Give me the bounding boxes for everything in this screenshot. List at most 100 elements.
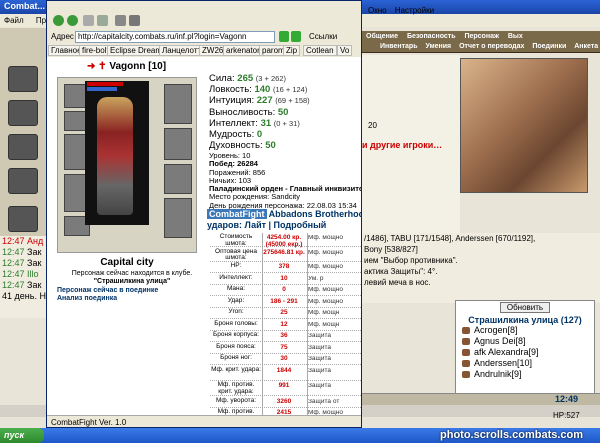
promo-text[interactable]: и другие игроки… <box>362 140 460 162</box>
list-item[interactable]: afk Alexandra[9] <box>456 347 594 358</box>
boots-slot[interactable] <box>164 164 192 194</box>
menu-window[interactable]: Окно <box>368 6 387 15</box>
stat-row: Выносливость: 50 <box>209 106 289 118</box>
nav-chat[interactable]: Общение <box>366 33 398 40</box>
nav-transfers[interactable]: Отчет о переводах <box>459 43 524 50</box>
nav-character[interactable]: Персонаж <box>464 33 498 40</box>
row-label: Удар: <box>227 296 245 304</box>
row-label: Броня пояса: <box>216 342 256 350</box>
row-value: 378 <box>278 263 290 270</box>
table-row: Стоимость шмота: 4254.00 кр. (45000 екр.)… <box>210 233 361 247</box>
clan-icon <box>462 349 470 356</box>
row-label: Интеллект: <box>219 273 253 281</box>
table-row: Мана: 0 Мф. мощно <box>210 285 361 296</box>
start-button[interactable]: пуск <box>0 428 44 443</box>
browser-status: CombatFight Ver. 1.0 <box>47 415 361 427</box>
table-row: Мф. против. крит. удара: 991 Защита <box>210 381 361 396</box>
shield-slot[interactable] <box>164 128 192 160</box>
stat-row: Сила: 265 (3 + 262) <box>209 73 287 84</box>
print-icon[interactable] <box>129 15 140 26</box>
table-row: Оптовая цена шмота: 275646.81 кр. Мф. мощн… <box>210 248 361 262</box>
row-value: 75 <box>280 343 288 351</box>
log-line: Bony [538/827] <box>364 245 418 254</box>
stop-icon[interactable] <box>83 15 94 26</box>
log-line: левий меча в нос. <box>364 278 431 287</box>
menu-file[interactable]: Файл <box>4 16 24 25</box>
forward-icon[interactable] <box>67 15 78 26</box>
armor-icon[interactable] <box>8 168 38 194</box>
row-label: Стоимость шмота: <box>219 233 253 247</box>
list-item[interactable]: Acrogen[8] <box>456 325 594 336</box>
go-arrow-icon[interactable] <box>291 31 301 42</box>
refresh-icon[interactable] <box>97 15 108 26</box>
address-input[interactable]: http://capitalcity.combats.ru/inf.pl?log… <box>75 31 275 43</box>
table-row: Интеллект: 10 Ум. р <box>210 273 361 285</box>
table-row: Мф. против. уворота:2415Мф. мощно <box>210 408 361 415</box>
fight-status-link[interactable]: Персонаж сейчас в поединке <box>57 287 158 294</box>
view-links[interactable]: ударов: Лайт | Подробный <box>207 220 361 231</box>
row-right: Защита <box>308 383 332 389</box>
stat-row: Мудрость: 0 <box>209 129 263 141</box>
clan-icon <box>462 338 470 345</box>
list-item[interactable]: Anderssen[10] <box>456 358 594 369</box>
fight-analysis-link[interactable]: Анализ поединка <box>57 295 117 302</box>
clan-icon <box>462 371 470 378</box>
chat-line: 12:47 Анд <box>2 236 44 246</box>
nav-security[interactable]: Безопасность <box>407 33 456 40</box>
refresh-button[interactable]: Обновить <box>500 302 550 313</box>
stat-row: Духовность: 50 <box>209 140 276 152</box>
back-icon[interactable] <box>53 15 64 26</box>
table-row: Броня корпуса: 36 Защита <box>210 331 361 342</box>
home-icon[interactable] <box>115 15 126 26</box>
link-lancelot[interactable]: Ланцелотт <box>159 45 205 56</box>
watermark: photo.scrolls.combats.com <box>440 429 584 441</box>
table-row: HP: 378 Мф. мощно <box>210 262 361 273</box>
row-right: Мф. мощно <box>308 298 344 305</box>
nav-inventory[interactable]: Инвентарь <box>380 43 418 50</box>
nav-skills[interactable]: Умения <box>425 43 451 50</box>
nav-exit[interactable]: Вых <box>508 33 523 40</box>
stat-row: Ловкость: 140 (16 + 124) <box>209 84 308 96</box>
link-vo[interactable]: Vo <box>337 45 353 56</box>
right-menu: Окно Настройки <box>368 6 600 18</box>
belt-icon[interactable] <box>8 206 38 232</box>
link-zip[interactable]: Zip <box>283 45 301 56</box>
link-cotlean[interactable]: Cotlean <box>303 45 337 56</box>
row-right: Мф. мощн <box>308 321 340 328</box>
clan-icon <box>462 327 470 334</box>
chat-log: 12:47 Анд 12:47 Зак 12:47 Зак 12:47 Illo… <box>0 236 48 318</box>
list-item[interactable]: Andrulnik[9] <box>456 369 594 380</box>
character-info: Уровень: 10 Побед: 26284 Поражений: 856 … <box>209 151 361 210</box>
table-row: Мф. крит. удара: 1844 Защита <box>210 366 361 381</box>
helmet-icon[interactable] <box>8 66 38 92</box>
table-row: Удар: 186 - 291 Мф. мощно <box>210 296 361 308</box>
stat-row: Интеллект: 31 (0 + 31) <box>209 117 300 129</box>
nav-fights[interactable]: Поединки <box>532 43 566 50</box>
location-header: Страшилкина улица (127) <box>468 315 582 325</box>
row-right: Защита от <box>308 398 340 405</box>
address-label: Адрес <box>51 32 74 41</box>
guild-title: CombatFight Abbadons Brotherhood <box>207 209 362 219</box>
row-label: Броня корпуса: <box>213 331 259 338</box>
gloves-icon[interactable] <box>8 100 38 126</box>
browser-toolbar <box>47 13 361 29</box>
sword-icon[interactable] <box>8 134 38 160</box>
list-item[interactable]: Agnus Dei[8] <box>456 336 594 347</box>
row-value: 30 <box>280 355 288 362</box>
equipment-strip <box>0 28 48 266</box>
log-line: /1486], TABU [171/1548], Anderssen [670/… <box>364 234 536 243</box>
nav-profile[interactable]: Анкета <box>574 43 598 50</box>
row-value: 186 - 291 <box>270 297 298 305</box>
links-bar: Главное fire-bolt Eclipse Dreamer Ланцел… <box>47 45 361 57</box>
chat-line: 12:47 Зак <box>2 280 42 290</box>
battle-log: /1486], TABU [171/1548], Anderssen [670/… <box>360 233 600 303</box>
go-button[interactable] <box>279 31 289 42</box>
row-right: Ум. р <box>308 275 324 282</box>
mana-bar <box>87 87 117 91</box>
row-right: Мф. мощн <box>308 310 340 316</box>
menu-settings[interactable]: Настройки <box>395 6 434 15</box>
earrings-slot[interactable] <box>164 84 192 124</box>
table-row: Мф. уворота: 3260 Защита от <box>210 397 361 408</box>
ring-slot[interactable] <box>164 198 192 238</box>
row-value: 12 <box>280 320 288 328</box>
